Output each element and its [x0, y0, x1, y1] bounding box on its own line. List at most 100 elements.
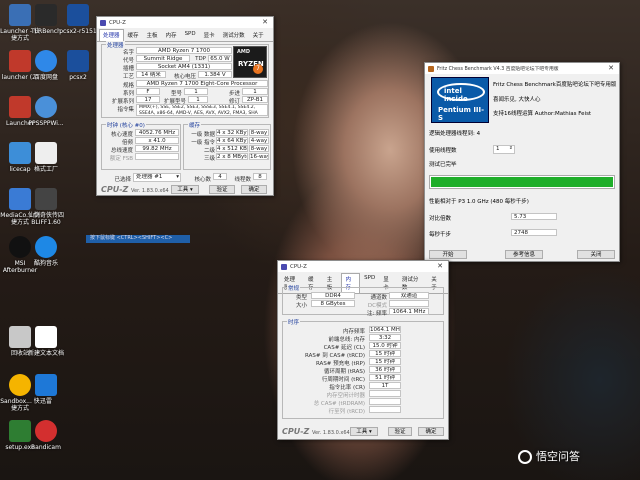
cores-value: 4	[213, 173, 227, 180]
bandicam-icon	[35, 420, 57, 442]
instructions-value: MMX(+), SSE, SSE2, SSE3, SSSE3, SSE4.1, …	[136, 104, 268, 116]
amd-text: AMD	[237, 49, 250, 55]
icon-label: 迅雷	[39, 398, 52, 405]
desktop-icon-xianjian[interactable]: 仙剑奇侠传四 BLIFF1.60	[26, 188, 66, 226]
desktop-icon-format-factory[interactable]: 格式工厂	[26, 142, 66, 173]
status-text: 测试已完毕	[429, 162, 457, 168]
logical-threads-text: 逻辑处理器线程到: 4	[429, 131, 481, 137]
desktop-icon-pcsx2[interactable]: pcsx2	[58, 50, 98, 81]
chevron-down-icon: ▾	[176, 174, 179, 180]
tab-memory[interactable]: 内存	[162, 29, 181, 41]
cpuz-tabs: 处理器 缓存 主板 内存 SPD 显卡 测试分数 关于	[97, 28, 273, 42]
threads-label: 线程数	[234, 177, 251, 183]
thunder-bird-icon	[35, 374, 57, 396]
desktop-icon-ppsspp[interactable]: PPSSPPWi...	[26, 96, 66, 127]
close-button[interactable]: ✕	[434, 262, 446, 271]
timing-label: 总 CAS# (tRDRAM)	[313, 401, 365, 407]
l2-way: 8-way	[249, 145, 269, 152]
tab-processor[interactable]: 处理器	[99, 29, 124, 41]
core-voltage-label: 核心电压	[173, 74, 196, 80]
desktop-icon-new-text-doc[interactable]: 新建文本文档	[26, 326, 66, 357]
clocks-group: 时钟 (核心 #0) 核心速度 4052.76 MHz 倍频 x 41.0 总线…	[101, 121, 181, 170]
ok-button[interactable]: 确定	[418, 427, 444, 436]
stepping-label: 步进	[228, 91, 240, 97]
spinner-arrows-icon[interactable]: ⇕	[509, 146, 513, 151]
timing-value: 15.0 时钟	[369, 342, 401, 349]
tools-button[interactable]: 工具 ▾	[171, 185, 199, 194]
timing-value	[369, 398, 401, 405]
tab-mainboard[interactable]: 主板	[143, 29, 162, 41]
desktop-icon-kugou[interactable]: 酷狗音乐	[26, 236, 66, 267]
fritz-benchmark-window[interactable]: Fritz Chess Benchmark V4.3 百度贴吧论坛下吧专用版 ✕…	[424, 62, 620, 262]
socket-value: Socket AM4 (1331)	[136, 63, 232, 70]
instructions-label: 指令集	[117, 107, 134, 113]
tab-spd[interactable]: SPD	[181, 29, 200, 41]
family-label: 系列	[122, 91, 134, 97]
icon-label: 仙剑奇侠传四 BLIFF1.60	[27, 212, 64, 226]
amd-ryzen-logo: AMD RYZEN 7	[233, 46, 267, 78]
l1-inst-label: 一级 指令	[191, 140, 215, 146]
tab-about[interactable]: 关于	[249, 29, 268, 41]
start-button[interactable]: 开始	[429, 250, 467, 259]
close-button[interactable]: ✕	[605, 64, 617, 73]
pcsx2-icon	[67, 50, 89, 72]
cpuz-memory-window[interactable]: CPU-Z ✕ 处理器 缓存 主板 内存 SPD 显卡 测试分数 关于 常规 类…	[277, 260, 449, 440]
validate-button[interactable]: 验证	[388, 427, 412, 436]
header-line-3: 支持16线程运算 Author:Mathias Feist	[493, 111, 592, 117]
type-value: DDR4	[311, 292, 355, 299]
desktop-icon-bandicam[interactable]: Bandicam	[26, 420, 66, 451]
progress-fill	[431, 177, 613, 187]
reference-info-button[interactable]: 参考信息	[505, 250, 543, 259]
tools-button[interactable]: 工具 ▾	[350, 427, 378, 436]
fritz-titlebar[interactable]: Fritz Chess Benchmark V4.3 百度贴吧论坛下吧专用版 ✕	[425, 63, 619, 74]
ext-model-value: 1	[188, 96, 208, 103]
cpuz-titlebar[interactable]: CPU-Z ✕	[97, 17, 273, 28]
model-value: 1	[184, 88, 208, 95]
model-label: 型号	[170, 91, 182, 97]
tab-cache[interactable]: 缓存	[124, 29, 143, 41]
l3-label: 三级	[203, 156, 215, 162]
intel-pentium-logo: intel inside Pentium III-S	[431, 77, 489, 123]
icon-label: PPSSPPWi...	[28, 120, 64, 127]
icon-label: Bandicam	[31, 444, 61, 451]
desktop-icon-pcsx2-r5151[interactable]: pcsx2-r5151	[58, 4, 98, 35]
icon-label: 格式工厂	[33, 166, 58, 173]
timing-value: 15 时钟	[369, 350, 401, 357]
timing-value: 51 时钟	[369, 374, 401, 381]
selection-label: 已选择	[114, 177, 131, 183]
pentium-model-text: Pentium III-S	[438, 106, 485, 122]
thread-count-spinner[interactable]: 1 ⇕	[493, 145, 515, 154]
ppsspp-icon	[35, 96, 57, 118]
desktop-icon-thunder[interactable]: 迅雷	[26, 374, 66, 405]
thread-count-value: 1	[496, 146, 500, 152]
cpuz-logo: CPU-Z	[282, 427, 310, 436]
validate-button[interactable]: 验证	[209, 185, 235, 194]
cpuz-app-icon	[281, 263, 287, 270]
watermark-text: 悟空问答	[536, 450, 580, 463]
l1-inst-way: 4-way	[249, 137, 269, 144]
icon-label: TLRBench	[31, 28, 61, 35]
revision-value: ZP-B1	[242, 96, 268, 103]
tab-bench[interactable]: 测试分数	[219, 29, 249, 41]
performance-label: 性能相对于 P3 1.0 GHz (480 每秒千步)	[429, 199, 529, 205]
fritz-app-icon	[428, 65, 434, 72]
rated-fsb-value	[135, 153, 179, 160]
timings-group: 时序 内存频率 1064.1 MHz 前端总线: 内存 3:32 CAS# 延迟 (CL…	[282, 318, 444, 419]
ratio-value: 5.73	[511, 213, 557, 220]
close-button[interactable]: ✕	[259, 18, 271, 27]
timing-label: RAS# 到 CAS# (tRCD)	[305, 353, 365, 359]
tab-graphics[interactable]: 显卡	[200, 29, 219, 41]
technology-label: 工艺	[122, 74, 134, 80]
processor-select[interactable]: 处理器 #1 ▾	[133, 173, 181, 182]
cpuz-titlebar[interactable]: CPU-Z ✕	[278, 261, 448, 272]
icon-label: 百度网盘	[33, 74, 58, 81]
kugou-icon	[35, 236, 57, 258]
processor-select-value: 处理器 #1	[136, 174, 163, 180]
ok-button[interactable]: 确定	[241, 185, 267, 194]
version-text: Ver. 1.83.0.x64	[131, 188, 169, 194]
timing-value	[369, 390, 401, 397]
group-title: 常规	[287, 284, 301, 292]
cpuz-processor-window[interactable]: CPU-Z ✕ 处理器 缓存 主板 内存 SPD 显卡 测试分数 关于 处理器 …	[96, 16, 274, 196]
close-dialog-button[interactable]: 关闭	[577, 250, 615, 259]
name-label: 名字	[122, 50, 134, 56]
